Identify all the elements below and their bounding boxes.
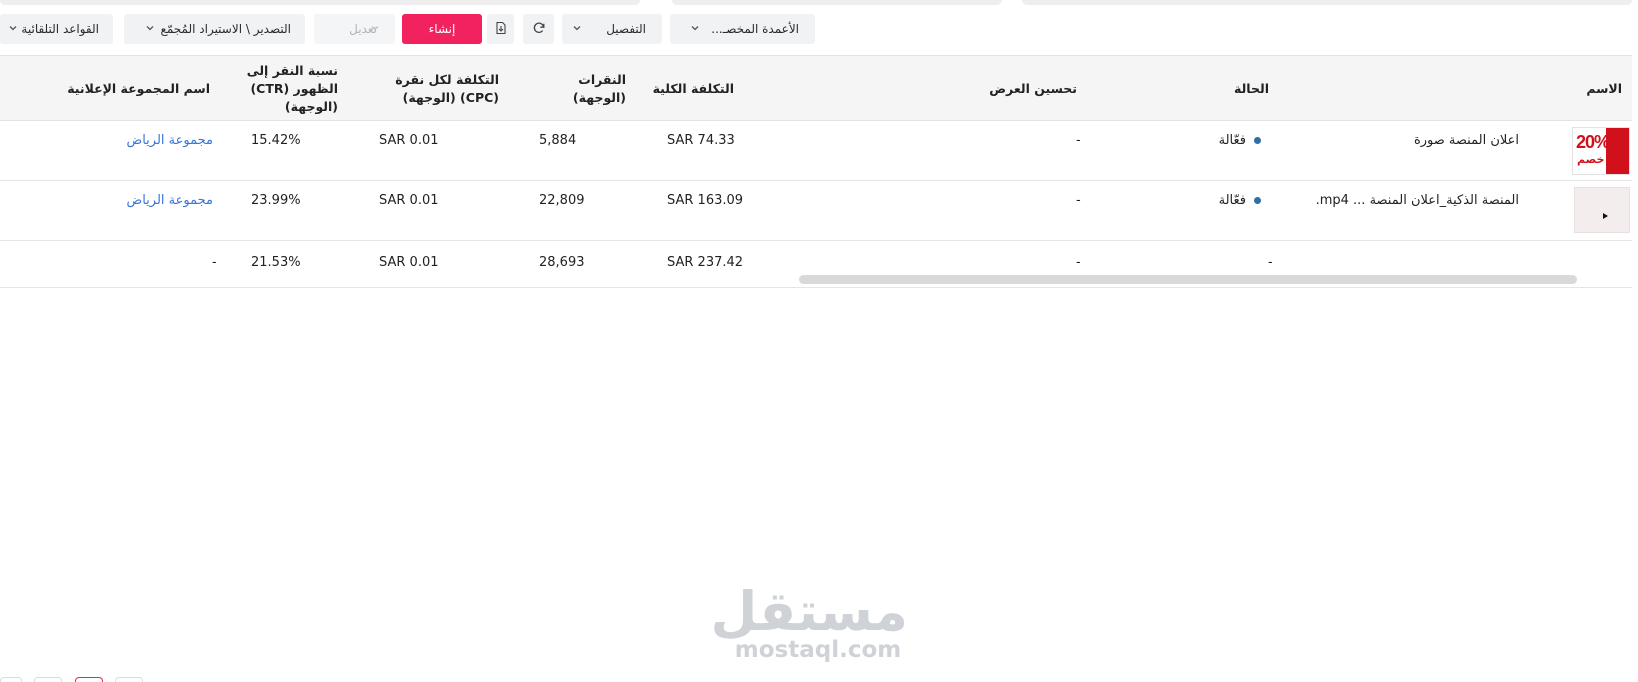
totals-total-cost: SAR 237.42 bbox=[667, 255, 744, 270]
pagination bbox=[0, 676, 200, 682]
ad-name[interactable]: اعلان المنصة صورة bbox=[1414, 133, 1519, 148]
file-download-icon bbox=[494, 21, 508, 38]
toolbar: القواعد التلقائية التصدير \ الاستيراد ال… bbox=[0, 14, 1638, 46]
download-report-button[interactable] bbox=[487, 14, 514, 44]
header-optimization[interactable]: تحسين العرض bbox=[989, 80, 1077, 98]
ctr-value: 15.42% bbox=[251, 133, 301, 148]
ad-image-thumbnail[interactable]: 20% خصم bbox=[1572, 127, 1630, 175]
horizontal-scrollbar[interactable] bbox=[799, 275, 1577, 284]
watermark-logo: مستقل mostaql.com bbox=[710, 580, 909, 663]
adgroup-link[interactable]: مجموعة الرياض bbox=[127, 193, 214, 208]
totals-status: - bbox=[1268, 255, 1273, 270]
totals-ctr: 21.53% bbox=[251, 255, 301, 270]
clicks-value: 22,809 bbox=[539, 193, 585, 208]
export-import-dropdown[interactable]: التصدير \ الاستيراد المُجمّع bbox=[124, 14, 305, 44]
optimization-value: - bbox=[1076, 193, 1081, 208]
ad-video-thumbnail[interactable] bbox=[1574, 187, 1630, 233]
optimization-value: - bbox=[1076, 133, 1081, 148]
table-row[interactable]: 20% خصم اعلان المنصة صورة فعّالة - SAR 7… bbox=[0, 121, 1632, 181]
chevron-down-icon bbox=[370, 23, 380, 33]
thumbnail-banner bbox=[1606, 128, 1629, 174]
thumbnail-discount-word: خصم bbox=[1577, 153, 1605, 166]
top-tab-left bbox=[0, 0, 640, 5]
table-row[interactable]: المنصة الذكية_اعلان المنصة ... mp4. فعّا… bbox=[0, 181, 1632, 241]
adgroup-link[interactable]: مجموعة الرياض bbox=[127, 133, 214, 148]
status-badge: فعّالة bbox=[1219, 193, 1261, 208]
breakdown-dropdown[interactable]: التفصيل bbox=[562, 14, 662, 44]
header-total-cost[interactable]: التكلفة الكلية bbox=[653, 80, 734, 98]
header-name[interactable]: الاسم bbox=[1586, 80, 1622, 98]
auto-rules-label: القواعد التلقائية bbox=[21, 22, 99, 36]
cpc-value: SAR 0.01 bbox=[379, 193, 439, 208]
pagination-button[interactable] bbox=[34, 677, 62, 682]
header-adgroup[interactable]: اسم المجموعة الإعلانية bbox=[67, 80, 210, 98]
status-dot-icon bbox=[1254, 137, 1261, 144]
auto-rules-dropdown[interactable]: القواعد التلقائية bbox=[0, 14, 113, 44]
export-import-label: التصدير \ الاستيراد المُجمّع bbox=[160, 22, 291, 36]
top-tab-middle bbox=[672, 0, 1002, 5]
header-ctr[interactable]: نسبة النقر إلى الظهور (CTR) (الوجهة) bbox=[238, 62, 338, 116]
chevron-down-icon bbox=[145, 23, 155, 33]
custom-columns-label: الأعمدة المخصـ... bbox=[711, 22, 799, 36]
chevron-down-icon bbox=[572, 23, 582, 33]
totals-cpc: SAR 0.01 bbox=[379, 255, 439, 270]
pagination-current-page[interactable] bbox=[75, 677, 103, 682]
edit-dropdown[interactable]: تعديل bbox=[314, 14, 395, 44]
play-icon[interactable] bbox=[1600, 206, 1610, 219]
chevron-down-icon bbox=[690, 23, 700, 33]
thumbnail-discount: 20% bbox=[1576, 132, 1610, 152]
top-tab-right bbox=[1022, 0, 1632, 5]
total-cost-value: SAR 74.33 bbox=[667, 133, 735, 148]
cpc-value: SAR 0.01 bbox=[379, 133, 439, 148]
clicks-value: 5,884 bbox=[539, 133, 577, 148]
status-badge: فعّالة bbox=[1219, 133, 1261, 148]
create-button[interactable]: إنشاء bbox=[402, 14, 482, 44]
refresh-button[interactable] bbox=[523, 14, 554, 44]
header-status[interactable]: الحالة bbox=[1234, 80, 1269, 98]
custom-columns-dropdown[interactable]: الأعمدة المخصـ... bbox=[670, 14, 815, 44]
header-clicks[interactable]: النقرات (الوجهة) bbox=[536, 71, 626, 107]
totals-clicks: 28,693 bbox=[539, 255, 585, 270]
status-text: فعّالة bbox=[1218, 133, 1246, 148]
create-label: إنشاء bbox=[428, 22, 456, 36]
watermark-arabic: مستقل bbox=[710, 580, 909, 643]
total-cost-value: SAR 163.09 bbox=[667, 193, 744, 208]
chevron-down-icon bbox=[8, 23, 18, 33]
pagination-button[interactable] bbox=[115, 677, 143, 682]
status-text: فعّالة bbox=[1218, 193, 1246, 208]
status-dot-icon bbox=[1254, 197, 1261, 204]
ctr-value: 23.99% bbox=[251, 193, 301, 208]
watermark-latin: mostaql.com bbox=[734, 637, 902, 663]
refresh-icon bbox=[532, 21, 546, 38]
pagination-button[interactable] bbox=[0, 677, 22, 682]
totals-adgroup: - bbox=[212, 255, 217, 270]
totals-optimization: - bbox=[1076, 255, 1081, 270]
table-header: الاسم الحالة تحسين العرض التكلفة الكلية … bbox=[0, 55, 1632, 121]
ad-name[interactable]: المنصة الذكية_اعلان المنصة ... mp4. bbox=[1316, 193, 1519, 208]
top-strip bbox=[0, 0, 1638, 6]
breakdown-label: التفصيل bbox=[606, 22, 646, 36]
header-cpc[interactable]: التكلفة لكل نقرة (CPC) (الوجهة) bbox=[394, 71, 499, 107]
